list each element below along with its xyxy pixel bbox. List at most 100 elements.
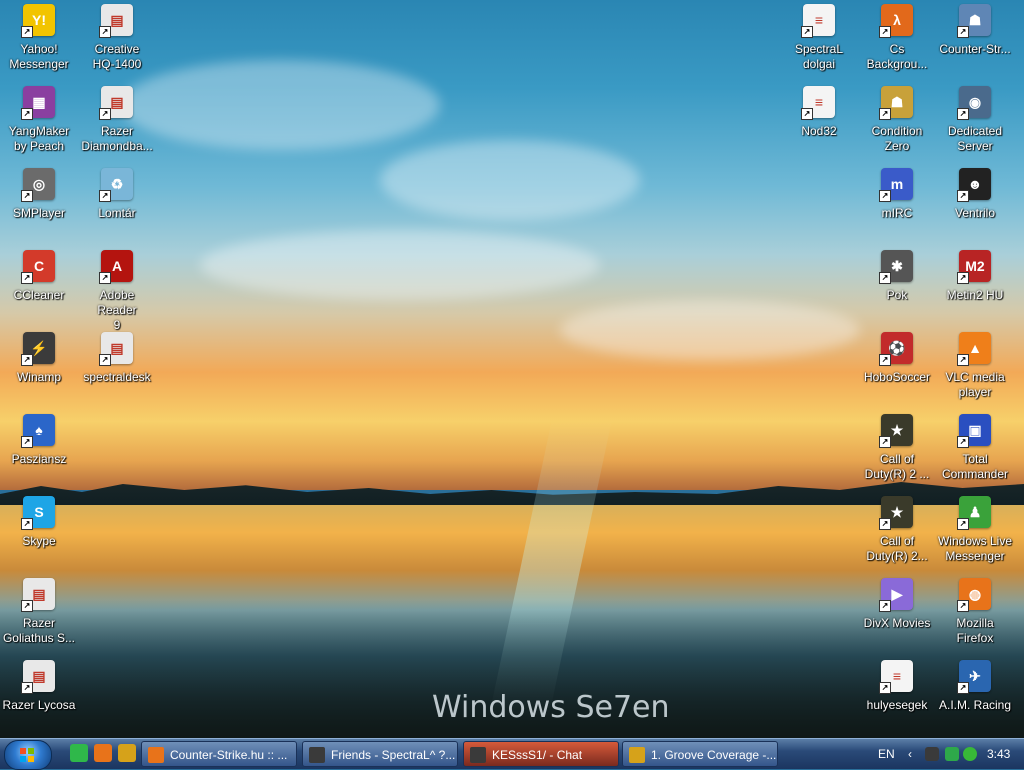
desktop-icon-label: Winamp [16, 370, 61, 384]
desktop-icon[interactable]: ♠ ↗ Pasziansz [1, 414, 77, 467]
desktop-icon[interactable]: ☗ ↗ Counter-Str... [937, 4, 1013, 57]
desktop-icon[interactable]: ≡ ↗ hulyesegek [859, 660, 935, 713]
desktop-icon-label: Nod32 [801, 124, 837, 138]
app-icon: ≡ ↗ [879, 660, 913, 694]
task-app-icon [309, 747, 325, 763]
desktop-icon-label: Windows Live Messenger [937, 534, 1013, 563]
shortcut-arrow-icon: ↗ [957, 108, 969, 120]
steam-tray-icon[interactable] [925, 747, 939, 761]
desktop-icon[interactable]: ♟ ↗ Windows Live Messenger [937, 496, 1013, 564]
desktop-icon[interactable]: ◍ ↗ Mozilla Firefox [937, 578, 1013, 646]
desktop-icon[interactable]: ☻ ↗ Ventrilo [937, 168, 1013, 221]
app-icon: ★ ↗ [879, 414, 913, 448]
taskbar-button[interactable]: KESssS1/ - Chat [463, 741, 619, 767]
status-tray-icon[interactable] [963, 747, 977, 761]
desktop-icon-label: Razer Diamondba... [81, 124, 153, 153]
desktop-icon[interactable]: A ↗ Adobe Reader 9 [79, 250, 155, 333]
desktop-icon[interactable]: Y! ↗ Yahoo! Messenger [1, 4, 77, 72]
show-desktop-quicklaunch-icon[interactable] [70, 744, 88, 762]
shortcut-arrow-icon: ↗ [879, 190, 891, 202]
desktop-icon-label: Ventrilo [954, 206, 996, 220]
desktop-icon-label: DivX Movies [863, 616, 931, 630]
shortcut-arrow-icon: ↗ [957, 354, 969, 366]
desktop-icon-label: Adobe Reader 9 [97, 288, 137, 332]
taskbar-button[interactable]: Friends - SpectraL^ ?... [302, 741, 458, 767]
desktop-icon[interactable]: ✈ ↗ A.I.M. Racing [937, 660, 1013, 713]
shortcut-arrow-icon: ↗ [21, 108, 33, 120]
desktop-icon-label: Razer Lycosa [2, 698, 76, 712]
desktop-icon[interactable]: ▤ ↗ Razer Lycosa [1, 660, 77, 713]
desktop-icon[interactable]: ✱ ↗ Pok [859, 250, 935, 303]
desktop-icon-label: Skype [22, 534, 56, 548]
taskbar-button-label: Friends - SpectraL^ ?... [331, 748, 456, 762]
start-button[interactable] [4, 740, 52, 770]
tray-expand-chevron-icon[interactable]: ‹ [908, 739, 912, 769]
shortcut-arrow-icon: ↗ [879, 354, 891, 366]
app-icon: ≡ ↗ [801, 86, 835, 120]
desktop-icon[interactable]: S ↗ Skype [1, 496, 77, 549]
shortcut-arrow-icon: ↗ [801, 26, 813, 38]
app-icon: ✈ ↗ [957, 660, 991, 694]
winamp-quicklaunch-icon[interactable] [118, 744, 136, 762]
app-icon: ★ ↗ [879, 496, 913, 530]
shortcut-arrow-icon: ↗ [957, 190, 969, 202]
shortcut-arrow-icon: ↗ [801, 108, 813, 120]
app-icon: ◎ ↗ [21, 168, 55, 202]
desktop-icon[interactable]: ▤ ↗ Razer Goliathus S... [1, 578, 77, 646]
desktop-icon[interactable]: λ ↗ Cs Backgrou... [859, 4, 935, 72]
taskbar-button[interactable]: 1. Groove Coverage -... [622, 741, 778, 767]
desktop-icon[interactable]: ⚽ ↗ HoboSoccer [859, 332, 935, 385]
app-icon: ▶ ↗ [879, 578, 913, 612]
desktop-icon-label: Metin2 HU [946, 288, 1004, 302]
desktop-icon[interactable]: ▶ ↗ DivX Movies [859, 578, 935, 631]
desktop-icon[interactable]: m ↗ mIRC [859, 168, 935, 221]
desktop-icon[interactable]: ▤ ↗ Razer Diamondba... [79, 86, 155, 154]
language-indicator[interactable]: EN [878, 739, 895, 769]
app-icon: ♠ ↗ [21, 414, 55, 448]
desktop-icon[interactable]: ◉ ↗ Dedicated Server [937, 86, 1013, 154]
taskbar-button[interactable]: Counter-Strike.hu :: ... [141, 741, 297, 767]
desktop-icon[interactable]: ★ ↗ Call of Duty(R) 2... [859, 496, 935, 564]
app-icon: Y! ↗ [21, 4, 55, 38]
shortcut-arrow-icon: ↗ [879, 600, 891, 612]
app-icon: ☗ ↗ [957, 4, 991, 38]
taskbar-button-label: Counter-Strike.hu :: ... [170, 748, 288, 762]
windows-flag-icon [20, 748, 34, 762]
desktop-icon[interactable]: ◎ ↗ SMPlayer [1, 168, 77, 221]
shortcut-arrow-icon: ↗ [957, 26, 969, 38]
desktop-icon[interactable]: ▣ ↗ Total Commander [937, 414, 1013, 482]
shortcut-arrow-icon: ↗ [879, 272, 891, 284]
desktop-icon-label: CCleaner [13, 288, 65, 302]
shortcut-arrow-icon: ↗ [21, 26, 33, 38]
app-icon: ◍ ↗ [957, 578, 991, 612]
shortcut-arrow-icon: ↗ [957, 600, 969, 612]
desktop-icon[interactable]: ★ ↗ Call of Duty(R) 2 ... [859, 414, 935, 482]
desktop-icon[interactable]: ☗ ↗ Condition Zero [859, 86, 935, 154]
app-icon: M2 ↗ [957, 250, 991, 284]
desktop-icon-label: Razer Goliathus S... [2, 616, 76, 645]
desktop-icon[interactable]: ▤ ↗ spectraldesk [79, 332, 155, 385]
app-icon: ▤ ↗ [21, 660, 55, 694]
network-tray-icon[interactable] [945, 747, 959, 761]
app-icon: ≡ ↗ [801, 4, 835, 38]
desktop-icon[interactable]: ≡ ↗ SpectraL dolgai [781, 4, 857, 72]
app-icon: ▣ ↗ [957, 414, 991, 448]
desktop-icon[interactable]: ≡ ↗ Nod32 [781, 86, 857, 139]
desktop-icon-label: Cs Backgrou... [866, 42, 928, 71]
desktop-icon[interactable]: C ↗ CCleaner [1, 250, 77, 303]
shortcut-arrow-icon: ↗ [957, 436, 969, 448]
desktop-icon[interactable]: ♻ ↗ Lomtár [79, 168, 155, 221]
shortcut-arrow-icon: ↗ [99, 26, 111, 38]
desktop-icon[interactable]: M2 ↗ Metin2 HU [937, 250, 1013, 303]
desktop-icon[interactable]: ⚡ ↗ Winamp [1, 332, 77, 385]
desktop-icon[interactable]: ▤ ↗ Creative HQ-1400 [79, 4, 155, 72]
shortcut-arrow-icon: ↗ [21, 354, 33, 366]
taskbar-button-label: 1. Groove Coverage -... [651, 748, 777, 762]
desktop-icon[interactable]: ▲ ↗ VLC media player [937, 332, 1013, 400]
shortcut-arrow-icon: ↗ [879, 108, 891, 120]
clock[interactable]: 3:43 [987, 739, 1010, 769]
firefox-quicklaunch-icon[interactable] [94, 744, 112, 762]
cloud [120, 60, 440, 150]
desktop-icon[interactable]: ▦ ↗ YangMaker by Peach [1, 86, 77, 154]
shortcut-arrow-icon: ↗ [21, 682, 33, 694]
